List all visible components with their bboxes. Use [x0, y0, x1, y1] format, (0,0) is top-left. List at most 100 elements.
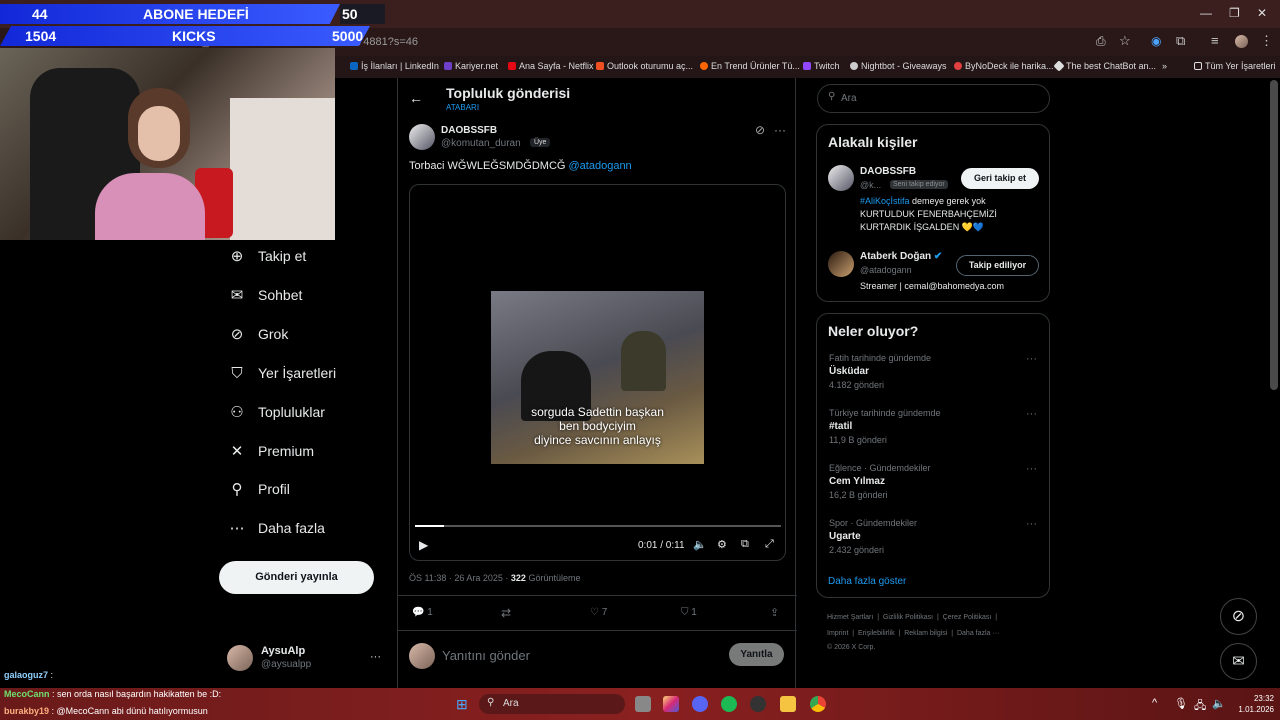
video-progress-track[interactable]	[415, 525, 781, 527]
bookmark-item[interactable]: The best ChatBot an...	[1053, 60, 1156, 72]
app-icon[interactable]	[750, 696, 766, 712]
mic-icon[interactable]: 🎙	[1174, 697, 1188, 710]
nav-communities[interactable]: ⚇ Topluluklar	[228, 403, 325, 421]
footer-link[interactable]: Gizlilik Politikası	[883, 614, 933, 621]
reply-action[interactable]: 💬 1	[412, 607, 433, 618]
close-window-icon[interactable]: ✕	[1257, 6, 1267, 20]
community-name[interactable]: ATABARI	[446, 103, 479, 112]
person2-avatar[interactable]	[828, 251, 854, 277]
clock[interactable]: 23:32 1.01.2026	[1234, 693, 1274, 715]
divider	[398, 595, 797, 596]
grok-float-icon[interactable]: ⊘	[1220, 598, 1257, 635]
trend-item[interactable]: Türkiye tarihinde gündemde #tatil 11,9 B g…	[829, 408, 1039, 445]
taskbar-search[interactable]: ⚲ Ara	[479, 694, 625, 714]
file-explorer-icon[interactable]	[780, 696, 796, 712]
footer-link[interactable]: Çerez Politikası	[943, 614, 992, 621]
person1-avatar[interactable]	[828, 165, 854, 191]
bookmark-item[interactable]: ByNoDeck ile harika...	[954, 61, 1054, 71]
fullscreen-icon[interactable]: ⤢	[765, 538, 774, 551]
reply-input[interactable]: Yanıtını gönder	[442, 648, 530, 663]
nav-follow[interactable]: ⊕ Takip et	[228, 247, 307, 265]
video-player[interactable]: sorguda Sadettin başkan ben bodyciyim di…	[409, 184, 786, 561]
nav-more[interactable]: ⋯ Daha fazla	[228, 519, 325, 537]
trend-more-icon[interactable]: ···	[1026, 408, 1037, 420]
back-arrow-icon[interactable]: ←	[409, 90, 423, 106]
volume-icon[interactable]: 🔈	[693, 538, 707, 551]
windows-start-icon[interactable]: ⊞	[456, 696, 468, 713]
bio-hashtag[interactable]: #AliKoçİstifa	[860, 196, 910, 206]
bookmark-item[interactable]: Outlook oturumu aç...	[596, 61, 693, 71]
bookmark-item[interactable]: Kariyer.net	[444, 61, 498, 71]
task-view-icon[interactable]	[635, 696, 651, 712]
extension-icon[interactable]: ◉	[1151, 34, 1161, 48]
puzzle-icon[interactable]: ⧉	[1176, 33, 1185, 49]
trend-more-icon[interactable]: ···	[1026, 463, 1037, 475]
footer-link[interactable]: Hizmet Şartları	[827, 614, 873, 621]
person2-handle[interactable]: @atadogann	[860, 265, 912, 275]
profile-avatar[interactable]	[1235, 35, 1248, 48]
author-avatar[interactable]	[409, 124, 435, 150]
footer-link[interactable]: Reklam bilgisi	[904, 630, 947, 637]
nav-grok[interactable]: ⊘ Grok	[228, 325, 289, 343]
like-action[interactable]: ♡ 7	[590, 607, 607, 618]
chrome-icon[interactable]	[810, 696, 826, 712]
bookmark-item[interactable]: Ana Sayfa - Netflix	[508, 61, 594, 71]
microsoft-icon	[596, 62, 604, 70]
person1-name[interactable]: DAOBSSFB	[860, 166, 916, 177]
install-icon[interactable]: ⎙	[1096, 34, 1106, 49]
star-icon[interactable]: ☆	[1119, 33, 1131, 49]
compose-post-button[interactable]: Gönderi yayınla	[219, 561, 374, 594]
trend-item[interactable]: Eğlence · Gündemdekiler Cem Yılmaz 16,2 B …	[829, 463, 1039, 500]
settings-icon[interactable]: ⚙	[717, 538, 727, 551]
following-button[interactable]: Takip ediliyor	[956, 255, 1039, 276]
play-icon[interactable]: ▶	[419, 538, 428, 552]
bookmark-action[interactable]: ⛉ 1	[681, 607, 697, 618]
grok-icon[interactable]: ⊘	[755, 123, 765, 137]
post-more-icon[interactable]: ···	[774, 123, 786, 137]
all-bookmarks-button[interactable]: Tüm Yer İşaretleri	[1194, 61, 1276, 71]
nav-profile[interactable]: ⚲ Profil	[228, 480, 290, 498]
tray-chevron-icon[interactable]: ^	[1152, 697, 1157, 709]
scrollbar[interactable]	[1270, 80, 1278, 390]
nav-bookmarks[interactable]: ⛉ Yer İşaretleri	[228, 364, 336, 382]
instagram-icon[interactable]	[663, 696, 679, 712]
bookmark-item[interactable]: İş İlanları | LinkedIn	[350, 61, 439, 71]
person1-handle[interactable]: @k...	[860, 180, 881, 190]
bookmarks-overflow-button[interactable]: »	[1162, 61, 1167, 71]
bookmark-item[interactable]: En Trend Ürünler Tü...	[700, 61, 800, 71]
trend-item[interactable]: Fatih tarihinde gündemde Üsküdar 4.182 gön…	[829, 353, 1039, 390]
footer-link[interactable]: Erişilebilirlik	[858, 630, 895, 637]
person2-name[interactable]: Ataberk Doğan ✔	[860, 251, 942, 262]
trend-more-icon[interactable]: ···	[1026, 518, 1037, 530]
nav-chat[interactable]: ✉ Sohbet	[228, 286, 303, 304]
footer-link[interactable]: Daha fazla ···	[957, 630, 999, 637]
reply-button[interactable]: Yanıtla	[729, 643, 784, 666]
share-icon[interactable]: ⇪	[770, 606, 779, 619]
pip-icon[interactable]: ⧉	[741, 538, 749, 551]
nav-premium[interactable]: ✕ Premium	[228, 442, 314, 460]
menu-icon[interactable]: ⋮	[1260, 33, 1273, 49]
trend-more-icon[interactable]: ···	[1026, 353, 1037, 365]
spotify-icon[interactable]	[721, 696, 737, 712]
post-mention[interactable]: @atadogann	[569, 160, 632, 172]
show-more-link[interactable]: Daha fazla göster	[828, 576, 906, 587]
minimize-icon[interactable]: —	[1200, 6, 1212, 20]
discord-icon[interactable]	[692, 696, 708, 712]
bookmark-item[interactable]: Twitch	[803, 61, 840, 71]
network-icon[interactable]: 🖧	[1194, 697, 1206, 716]
messages-float-icon[interactable]: ✉	[1220, 643, 1257, 680]
author-name[interactable]: DAOBSSFB	[441, 125, 497, 136]
account-avatar[interactable]	[227, 645, 253, 671]
restore-icon[interactable]: ❐	[1229, 6, 1240, 20]
repost-icon[interactable]: ⇄	[501, 606, 511, 620]
account-menu-button[interactable]: ···	[370, 651, 381, 663]
author-handle[interactable]: @komutan_duran	[441, 138, 521, 149]
related-people-card: Alakalı kişiler DAOBSSFB @k... Seni taki…	[816, 124, 1050, 302]
footer-link[interactable]: Imprint	[827, 630, 848, 637]
trend-item[interactable]: Spor · Gündemdekiler Ugarte 2.432 gönderi	[829, 518, 1039, 555]
bookmark-item[interactable]: Nightbot - Giveaways	[850, 61, 947, 71]
follow-back-button[interactable]: Geri takip et	[961, 168, 1039, 189]
search-box[interactable]: ⚲ Ara	[817, 84, 1050, 113]
media-icon[interactable]: ≡	[1211, 33, 1219, 48]
speaker-icon[interactable]: 🔈	[1212, 697, 1226, 710]
